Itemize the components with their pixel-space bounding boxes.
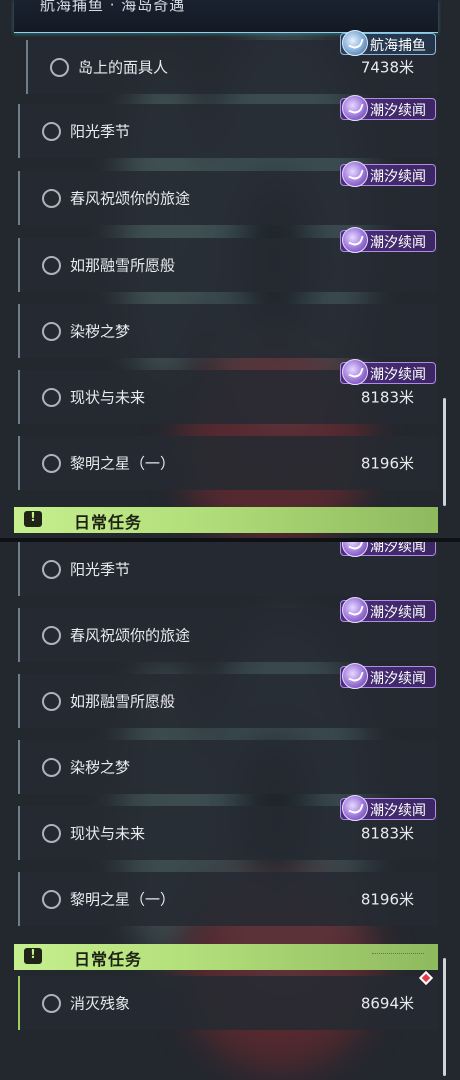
quest-title: 阳光季节: [70, 560, 131, 579]
quest-row[interactable]: 染秽之梦: [18, 304, 438, 358]
circle-outline-icon: [42, 758, 61, 777]
section-title: 日常任务: [74, 950, 143, 969]
circle-outline-icon: [50, 58, 69, 77]
circle-outline-icon: [42, 560, 61, 579]
quest-title: 如那融雪所愿般: [70, 256, 176, 275]
event-badge-label: 潮汐续闻: [370, 169, 426, 185]
quest-title: 染秽之梦: [70, 758, 131, 777]
quest-title: 黎明之星（一）: [70, 454, 176, 473]
tide-swirl-icon: [342, 795, 368, 821]
quest-title: 阳光季节: [70, 122, 131, 141]
section-title: 日常任务: [74, 513, 143, 532]
quest-row[interactable]: 黎明之星（一） 8196米: [18, 872, 438, 926]
quest-row[interactable]: 黎明之星（一） 8196米: [18, 436, 438, 490]
tide-swirl-icon: [342, 359, 368, 385]
quest-distance: 8196米: [360, 890, 414, 909]
region-header-text: 航海捕鱼 · 海岛奇遇: [40, 0, 186, 14]
quest-title: 黎明之星（一）: [70, 890, 176, 909]
event-badge: 航海捕鱼: [340, 30, 436, 56]
scrollbar[interactable]: [443, 958, 446, 1076]
tide-swirl-icon: [342, 540, 368, 557]
region-header: 航海捕鱼 · 海岛奇遇: [14, 0, 438, 33]
circle-outline-icon: [42, 890, 61, 909]
tide-swirl-icon: [342, 663, 368, 689]
quest-title: 现状与未来: [70, 388, 146, 407]
quest-panel-top: 航海捕鱼 · 海岛奇遇 岛上的面具人 7438米 航海捕鱼 阳光季节 潮汐续闻 …: [0, 0, 460, 540]
event-badge-label: 潮汐续闻: [370, 671, 426, 687]
event-badge-label: 潮汐续闻: [370, 605, 426, 621]
quest-distance: 7438米: [360, 58, 414, 77]
quest-distance: 8183米: [360, 388, 414, 407]
quest-distance: 8694米: [360, 994, 414, 1013]
screenshot-divider: [0, 538, 460, 542]
event-badge-label: 潮汐续闻: [370, 235, 426, 251]
section-header-daily[interactable]: ! 日常任务: [14, 944, 438, 970]
section-decoration: [372, 953, 424, 960]
exclamation-icon: !: [24, 510, 42, 527]
event-badge-label: 航海捕鱼: [370, 38, 426, 54]
section-header-daily[interactable]: ! 日常任务: [14, 507, 438, 533]
quest-distance: 8183米: [360, 824, 414, 843]
circle-outline-icon: [42, 824, 61, 843]
exclamation-icon: !: [24, 947, 42, 964]
circle-outline-icon: [42, 122, 61, 141]
event-badge: 潮汐续闻: [340, 227, 436, 253]
event-badge-label: 潮汐续闻: [370, 803, 426, 819]
circle-outline-icon: [42, 454, 61, 473]
fish-hook-icon: [342, 30, 368, 56]
event-badge: 潮汐续闻: [340, 540, 436, 557]
tide-swirl-icon: [342, 227, 368, 253]
circle-outline-icon: [42, 322, 61, 341]
circle-outline-icon: [42, 626, 61, 645]
event-badge: 潮汐续闻: [340, 663, 436, 689]
quest-panel-bottom: 潮汐续闻 阳光季节 春风祝颂你的旅途 潮汐续闻 如那融雪所愿般 潮汐续闻 染秽之…: [0, 540, 460, 1080]
tide-swirl-icon: [342, 161, 368, 187]
quest-distance: 8196米: [360, 454, 414, 473]
event-badge: 潮汐续闻: [340, 795, 436, 821]
quest-title: 春风祝颂你的旅途: [70, 626, 191, 645]
event-badge: 潮汐续闻: [340, 359, 436, 385]
event-badge-label: 潮汐续闻: [370, 540, 426, 555]
event-badge-label: 潮汐续闻: [370, 103, 426, 119]
event-badge: 潮汐续闻: [340, 161, 436, 187]
tide-swirl-icon: [342, 95, 368, 121]
quest-title: 岛上的面具人: [78, 58, 169, 77]
tide-swirl-icon: [342, 597, 368, 623]
circle-outline-icon: [42, 994, 61, 1013]
event-badge-label: 潮汐续闻: [370, 367, 426, 383]
quest-title: 春风祝颂你的旅途: [70, 189, 191, 208]
quest-row[interactable]: 染秽之梦: [18, 740, 438, 794]
quest-title: 如那融雪所愿般: [70, 692, 176, 711]
circle-outline-icon: [42, 256, 61, 275]
daily-quest-row[interactable]: 消灭残象 8694米: [18, 976, 438, 1030]
event-badge: 潮汐续闻: [340, 95, 436, 121]
scrollbar[interactable]: [443, 398, 446, 506]
quest-title: 染秽之梦: [70, 322, 131, 341]
circle-outline-icon: [42, 189, 61, 208]
quest-title: 消灭残象: [70, 994, 131, 1013]
quest-title: 现状与未来: [70, 824, 146, 843]
event-badge: 潮汐续闻: [340, 597, 436, 623]
circle-outline-icon: [42, 692, 61, 711]
circle-outline-icon: [42, 388, 61, 407]
